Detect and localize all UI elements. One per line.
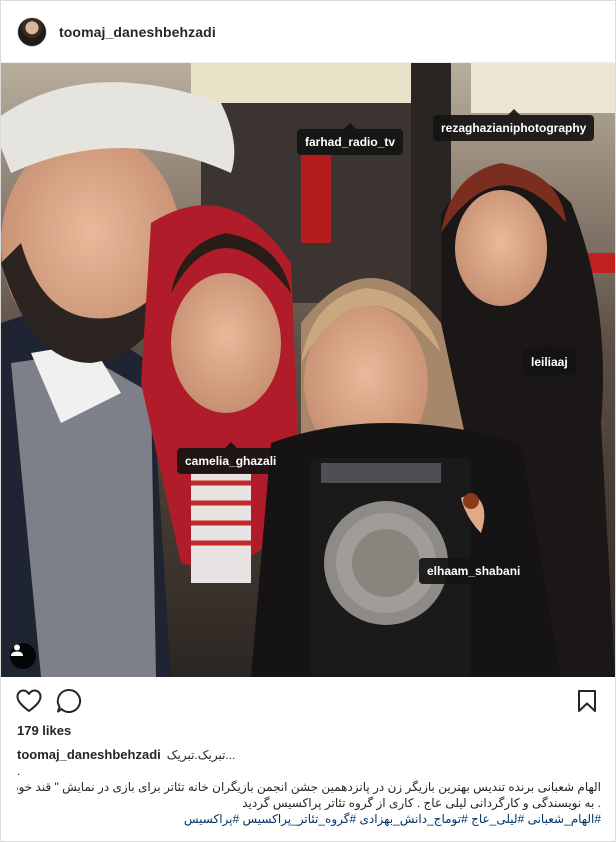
caption-text: تبریک.تبریک... xyxy=(166,748,236,762)
tagged-people-button[interactable] xyxy=(10,643,36,669)
tag-camelia[interactable]: camelia_ghazali xyxy=(177,442,285,474)
heart-icon xyxy=(16,689,42,712)
comment-bubble-icon xyxy=(56,688,81,713)
caption-username[interactable]: toomaj_daneshbehzadi xyxy=(17,747,161,763)
caption-first-line: toomaj_daneshbehzadi تبریک.تبریک... xyxy=(17,747,601,763)
caption-hashtags[interactable]: #الهام_شعبانی #لیلی_عاج #توماج_دانش_بهزا… xyxy=(17,811,601,827)
tag-rezaghaziani[interactable]: rezaghazianiphotography xyxy=(433,109,595,141)
post-actions xyxy=(1,677,615,723)
person-tag-icon xyxy=(11,644,23,656)
caption-dot: . xyxy=(17,764,21,778)
save-button[interactable] xyxy=(573,687,601,715)
tag-label: leiliaaj xyxy=(531,355,568,369)
caption-line-2: . به نویسندگی و کارگردانی لیلی عاج . کار… xyxy=(242,796,601,810)
tag-elhaam[interactable]: elhaam_shabani xyxy=(419,552,529,584)
bookmark-icon xyxy=(578,690,596,712)
avatar[interactable] xyxy=(17,16,47,47)
comment-button[interactable] xyxy=(55,687,83,715)
instagram-post: toomaj_daneshbehzadi farhad_radio_tv rez… xyxy=(0,0,616,842)
likes-count[interactable]: 179 likes xyxy=(17,723,71,738)
post-photo[interactable]: farhad_radio_tv rezaghazianiphotography … xyxy=(1,63,615,677)
username-link[interactable]: toomaj_daneshbehzadi xyxy=(59,24,216,40)
caption: toomaj_daneshbehzadi تبریک.تبریک... . ال… xyxy=(17,747,601,827)
tag-label: farhad_radio_tv xyxy=(305,135,396,149)
caption-line-1: الهام شعبانی برنده تندیس بهترین بازیگر ز… xyxy=(17,780,601,794)
tag-label: camelia_ghazali xyxy=(185,454,277,468)
like-button[interactable] xyxy=(15,687,43,715)
tag-leiliaaj[interactable]: leiliaaj xyxy=(523,343,576,375)
tag-label: elhaam_shabani xyxy=(427,564,521,578)
tag-farhad[interactable]: farhad_radio_tv xyxy=(297,123,404,155)
tag-label: rezaghazianiphotography xyxy=(441,121,587,135)
post-header: toomaj_daneshbehzadi xyxy=(1,1,615,63)
